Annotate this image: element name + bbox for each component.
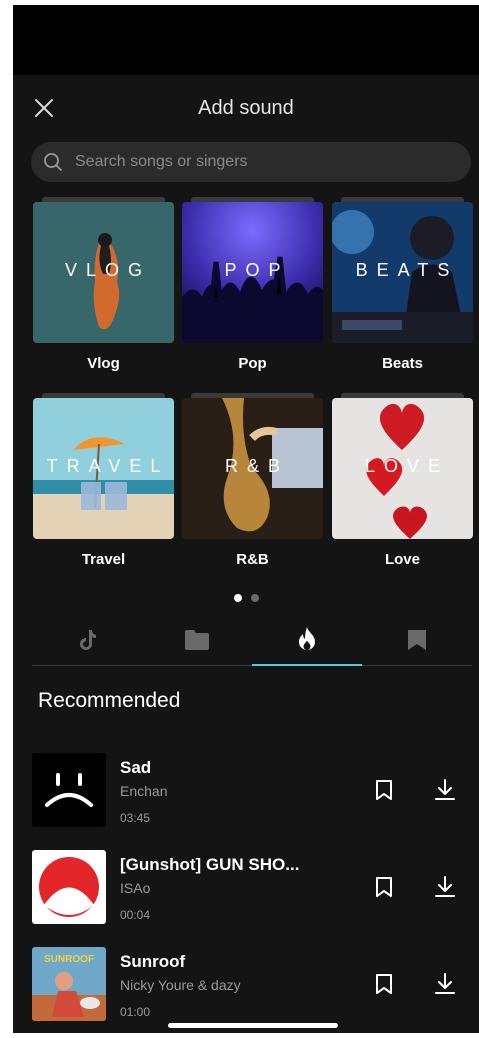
song-cover: SUNROOF [32, 947, 106, 1021]
active-tab-indicator [252, 664, 362, 666]
bookmark-icon[interactable] [373, 779, 395, 801]
tile-text: LOVE [364, 456, 450, 476]
song-cover [32, 850, 106, 924]
category-rnb[interactable]: R&B R&B [182, 393, 323, 568]
tile-text: TRAVEL [46, 456, 170, 476]
home-indicator[interactable] [168, 1023, 338, 1028]
category-label: Vlog [87, 355, 120, 372]
category-pop[interactable]: POP Pop [182, 197, 323, 372]
source-tabs [32, 611, 472, 666]
status-bar [13, 5, 479, 75]
category-label: R&B [236, 551, 269, 568]
category-vlog[interactable]: VLOG Vlog [33, 197, 174, 372]
song-row[interactable]: Sad Enchan 03:45 [32, 753, 472, 827]
category-label: Pop [238, 355, 267, 372]
folder-icon [185, 630, 209, 650]
download-icon[interactable] [433, 875, 457, 899]
flame-icon [299, 627, 315, 650]
category-label: Love [384, 551, 420, 568]
category-tile: POP [182, 197, 323, 343]
tab-saved[interactable] [362, 611, 472, 665]
search-icon [44, 153, 62, 171]
cover-title: SUNROOF [44, 954, 94, 965]
download-icon[interactable] [433, 972, 457, 996]
tiktok-icon [80, 630, 96, 650]
category-label: Travel [81, 551, 126, 568]
category-travel[interactable]: TRAVEL Travel [33, 393, 174, 568]
tab-folder[interactable] [142, 611, 252, 665]
sunroof-cover: SUNROOF [32, 947, 106, 1021]
category-tile: R&B [182, 393, 323, 539]
search-input[interactable]: Search songs or singers [31, 142, 471, 182]
song-row[interactable]: SUNROOF Sunroof Nicky Youre & dazy 01:00 [32, 947, 472, 1021]
tile-text: BEATS [355, 260, 459, 280]
bookmark-icon [408, 630, 426, 650]
sad-face-cover [32, 753, 106, 827]
tile-text: POP [224, 260, 290, 280]
page-dot-active[interactable] [234, 594, 242, 602]
song-duration: 03:45 [120, 811, 151, 825]
song-cover [32, 753, 106, 827]
category-tile: TRAVEL [33, 393, 174, 539]
song-duration: 01:00 [120, 1005, 151, 1019]
page-indicator [234, 589, 268, 607]
song-artist: Nicky Youre & dazy [120, 977, 241, 993]
section-title: Recommended [38, 689, 181, 712]
song-title: Sad [120, 758, 152, 777]
header: Add sound [13, 75, 479, 135]
category-label: Beats [382, 355, 423, 372]
page-title: Add sound [198, 97, 294, 119]
gunshot-cover [32, 850, 106, 924]
song-artist: ISAo [120, 880, 151, 896]
tab-trending[interactable] [252, 611, 362, 665]
song-artist: Enchan [120, 783, 168, 799]
download-icon[interactable] [433, 778, 457, 802]
category-beats[interactable]: BEATS Beats [332, 197, 473, 372]
song-duration: 00:04 [120, 908, 151, 922]
tile-text: R&B [224, 456, 289, 476]
song-title: [Gunshot] GUN SHO... [120, 855, 300, 874]
bookmark-icon[interactable] [373, 876, 395, 898]
category-tile: LOVE [332, 393, 473, 539]
phone-screen: Add sound Search songs or singers VLOG V… [13, 5, 479, 1033]
page-dot[interactable] [251, 594, 259, 602]
category-tile: BEATS [332, 197, 473, 343]
song-row[interactable]: [Gunshot] GUN SHO... ISAo 00:04 [32, 850, 472, 924]
search-placeholder: Search songs or singers [75, 153, 248, 170]
tile-text: VLOG [64, 260, 152, 280]
category-love[interactable]: LOVE Love [332, 393, 473, 568]
category-tile: VLOG [33, 197, 174, 343]
tab-tiktok[interactable] [32, 611, 142, 665]
bookmark-icon[interactable] [373, 973, 395, 995]
song-title: Sunroof [120, 952, 186, 971]
